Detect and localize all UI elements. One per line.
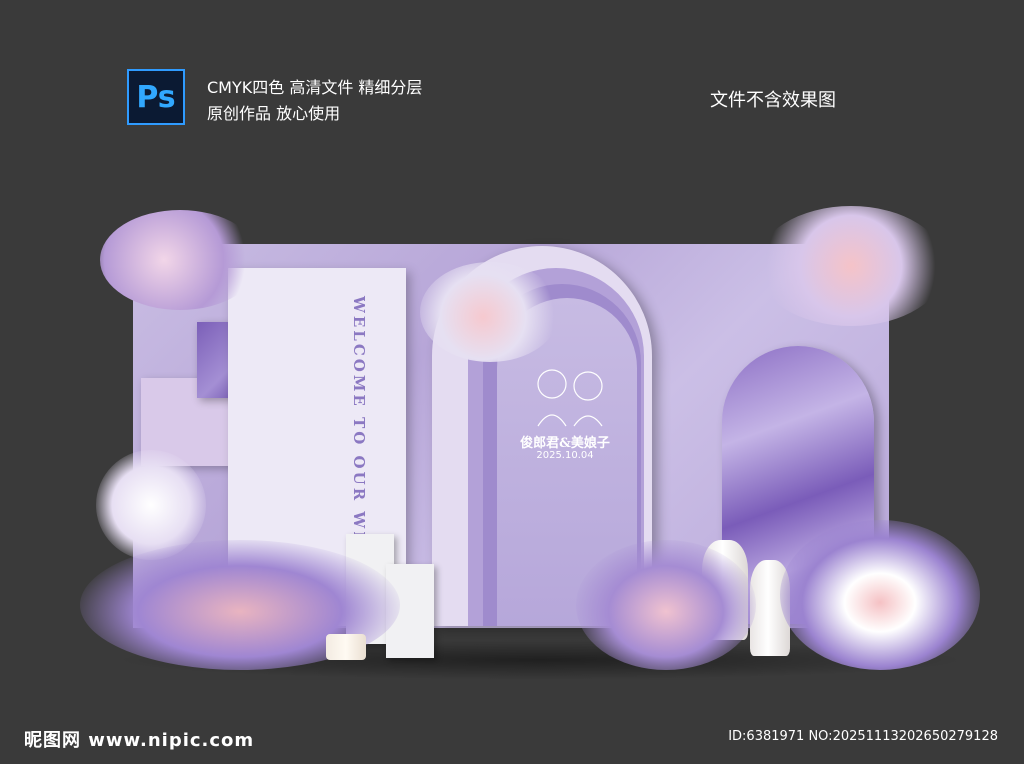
- wedding-backdrop-scene: WELCOME TO OUR WEDDI 俊郎君&美娘子 2025.10.04: [0, 0, 1024, 764]
- flower-cluster-top-left: [100, 210, 260, 310]
- image-id-text: ID:6381971 NO:20251113202650279128: [728, 729, 998, 744]
- couple-names: 俊郎君&美娘子: [520, 436, 610, 451]
- flower-cluster-bottom-center: [576, 540, 756, 670]
- site-watermark: 昵图网 www.nipic.com: [24, 730, 255, 751]
- flower-cluster-top-right: [756, 206, 946, 326]
- flower-cluster-bottom-right: [780, 520, 980, 670]
- couple-date: 2025.10.04: [536, 450, 594, 461]
- couple-line-drawing: [537, 369, 603, 427]
- flower-cluster-arch: [420, 262, 560, 362]
- candles: [326, 634, 366, 660]
